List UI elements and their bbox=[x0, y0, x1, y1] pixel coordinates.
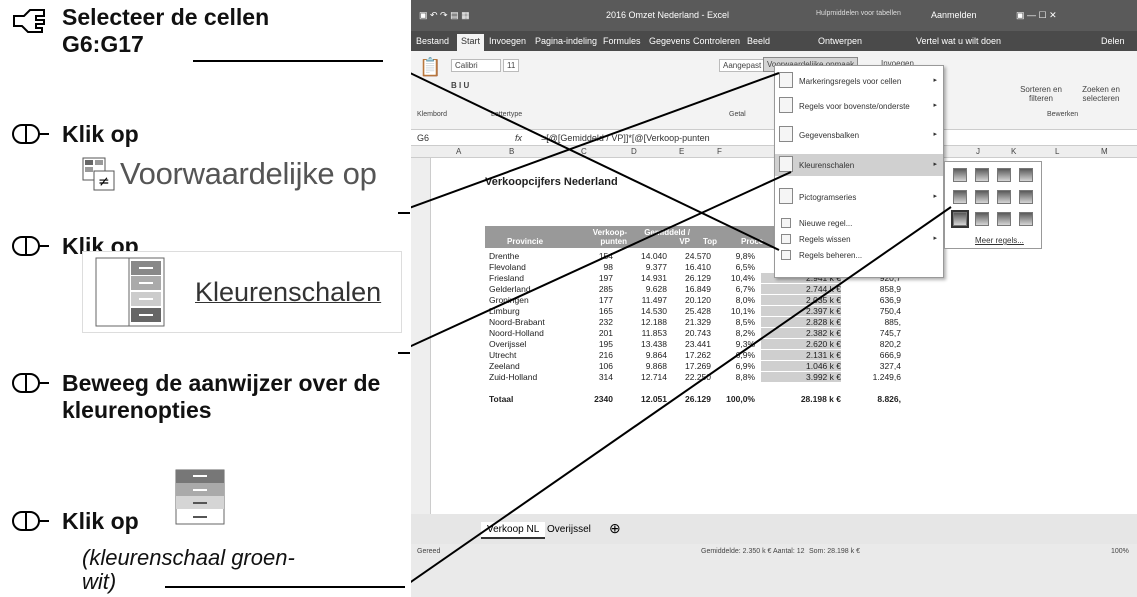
color-scales-button-image: Kleurenschalen bbox=[82, 251, 402, 333]
color-scales-text: Kleurenschalen bbox=[195, 276, 382, 307]
callout-line bbox=[165, 586, 405, 588]
step-select: Selecteer de cellen G6:G17 bbox=[0, 4, 332, 58]
step-click-green: Klik op bbox=[0, 508, 139, 535]
conditional-format-icon: ≠ bbox=[82, 157, 115, 191]
step-click-green-label: Klik op bbox=[62, 508, 139, 534]
step-click-cond: Klik op bbox=[0, 121, 139, 148]
step-hover: Beweeg de aanwijzer over de kleurenoptie… bbox=[0, 370, 382, 424]
mouse-icon bbox=[0, 508, 62, 535]
callout-line bbox=[193, 60, 383, 62]
color-scales-icon bbox=[95, 257, 165, 327]
svg-text:≠: ≠ bbox=[98, 174, 109, 190]
step-select-text: Selecteer de cellen G6:G17 bbox=[62, 4, 270, 57]
mouse-icon bbox=[0, 121, 62, 148]
step-hover-text: Beweeg de aanwijzer over de kleurenoptie… bbox=[62, 370, 381, 423]
mouse-icon bbox=[0, 233, 62, 260]
callout-lines bbox=[411, 72, 952, 584]
conditional-format-text: Voorwaardelijke op bbox=[120, 156, 377, 191]
pointing-hand-icon bbox=[0, 4, 62, 58]
callout-line bbox=[398, 212, 410, 214]
instruction-panel: Selecteer de cellen G6:G17 Klik op ≠ Voo… bbox=[0, 0, 410, 597]
callout-line bbox=[398, 352, 410, 354]
step-click-cond-label: Klik op bbox=[62, 121, 139, 147]
conditional-format-button-image: ≠ Voorwaardelijke op bbox=[82, 156, 377, 192]
green-white-scale-icon bbox=[175, 469, 225, 530]
excel-window: ▣ ↶ ↷ ▤ ▦ 2016 Omzet Nederland - Excel H… bbox=[411, 0, 1137, 597]
mouse-icon bbox=[0, 370, 62, 424]
